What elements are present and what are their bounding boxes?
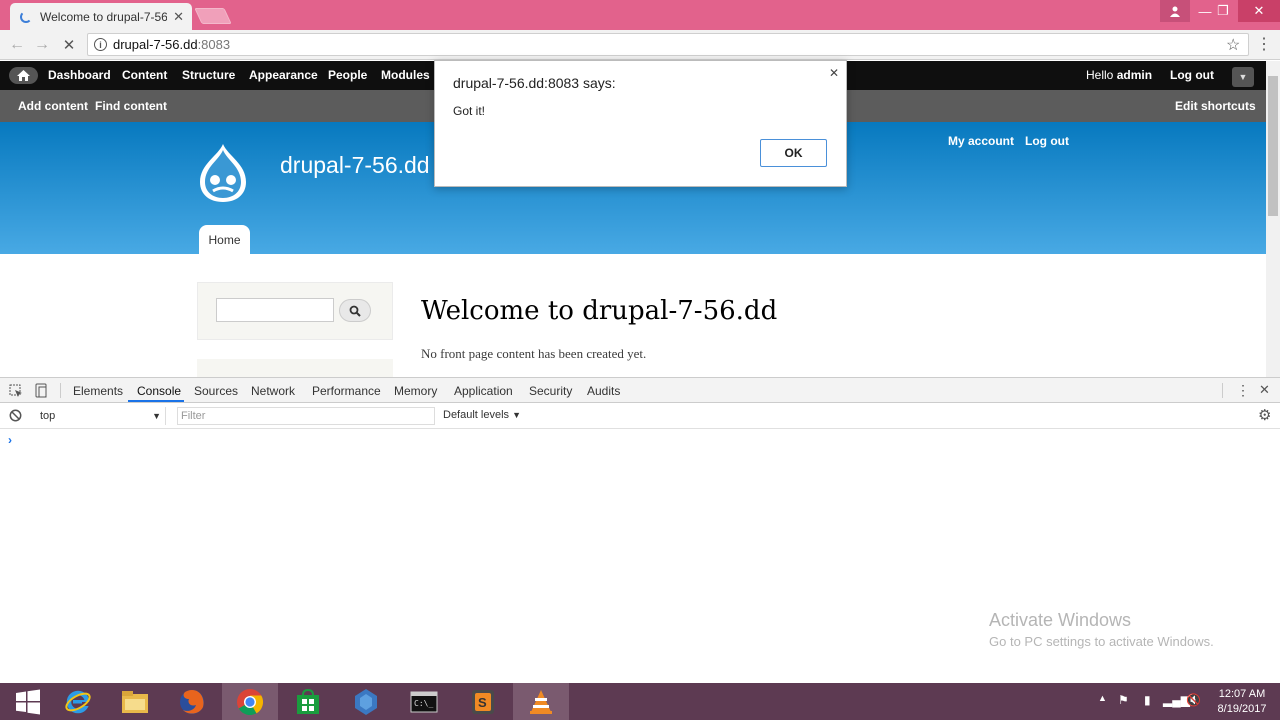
profile-icon[interactable] [1160, 0, 1190, 22]
vs-icon[interactable] [338, 683, 394, 720]
chrome-menu-icon[interactable]: ⋮ [1256, 34, 1272, 54]
admin-link-dashboard[interactable]: Dashboard [48, 68, 111, 82]
windows-start-icon[interactable] [0, 683, 56, 720]
admin-link-modules[interactable]: Modules [381, 68, 430, 82]
active-tab-indicator [128, 400, 184, 402]
search-icon [349, 305, 361, 317]
chrome-icon[interactable] [222, 683, 278, 720]
bookmark-star-icon[interactable]: ☆ [1226, 35, 1240, 55]
device-toolbar-icon[interactable] [34, 383, 48, 398]
context-value: top [40, 410, 56, 422]
info-icon[interactable]: i [94, 38, 107, 51]
greeting-text: Hello [1086, 68, 1114, 82]
alert-close-icon[interactable]: ✕ [829, 66, 839, 80]
back-icon[interactable]: ← [6, 34, 28, 56]
show-hidden-icons-icon[interactable]: ▲ [1098, 693, 1107, 703]
firefox-icon[interactable] [164, 683, 220, 720]
site-logout-link[interactable]: Log out [1025, 134, 1069, 148]
my-account-link[interactable]: My account [948, 134, 1014, 148]
stop-icon[interactable]: ✕ [58, 34, 80, 56]
ok-button[interactable]: OK [760, 139, 827, 167]
sidebar-block [197, 359, 393, 377]
divider [1222, 383, 1223, 398]
search-button[interactable] [339, 299, 371, 322]
battery-icon[interactable]: ▮ [1144, 693, 1151, 707]
page-title: Welcome to drupal-7-56.dd [421, 296, 778, 326]
clock-time: 12:07 AM [1218, 688, 1266, 700]
admin-link-appearance[interactable]: Appearance [249, 68, 318, 82]
admin-link-people[interactable]: People [328, 68, 367, 82]
browser-tab[interactable]: Welcome to drupal-7-56 ✕ [10, 3, 192, 30]
browser-titlebar [0, 0, 1280, 30]
windows-taskbar: C:\_ S ▲ ⚑ ▮ ▂▄▆ 🔇 12:07 AM 8/19/2017 [0, 683, 1280, 720]
log-levels-label: Default levels [443, 409, 510, 421]
scrollbar-thumb[interactable] [1268, 76, 1278, 216]
shortcuts-toggle-icon[interactable]: ▼ [1232, 67, 1254, 87]
console-settings-gear-icon[interactable]: ⚙ [1258, 406, 1271, 424]
empty-message: No front page content has been created y… [421, 346, 647, 361]
dropdown-arrow-icon: ▼ [152, 411, 161, 421]
add-content-link[interactable]: Add content [18, 99, 88, 113]
volume-muted-icon[interactable]: 🔇 [1186, 693, 1201, 707]
greeting-user: admin [1116, 68, 1153, 82]
tab-close-icon[interactable]: ✕ [173, 9, 184, 25]
svg-text:S: S [478, 695, 487, 710]
divider [60, 383, 61, 398]
edit-shortcuts-link[interactable]: Edit shortcuts [1175, 99, 1256, 113]
console-toolbar: top ▼ Filter Default levels ▼ ⚙ [0, 403, 1280, 429]
tab-memory[interactable]: Memory [394, 384, 437, 398]
vlc-icon[interactable] [513, 683, 569, 720]
devtools-menu-icon[interactable]: ⋮ [1236, 382, 1250, 399]
context-selector[interactable]: top ▼ [34, 407, 166, 425]
tab-home[interactable]: Home [199, 225, 250, 255]
alert-title: drupal-7-56.dd:8083 says: [453, 75, 616, 91]
tab-audits[interactable]: Audits [587, 384, 620, 398]
clock-date: 8/19/2017 [1217, 703, 1267, 715]
alert-message: Got it! [453, 104, 486, 118]
restore-icon[interactable]: ❐ [1208, 0, 1238, 22]
admin-greeting: Hello admin [1086, 68, 1152, 82]
sublime-icon[interactable]: S [455, 683, 511, 720]
cmd-icon[interactable]: C:\_ [396, 683, 452, 720]
devtools-tabbar: Elements Console Sources Network Perform… [0, 378, 1280, 403]
taskbar-clock[interactable]: 12:07 AM 8/19/2017 [1206, 687, 1278, 717]
action-center-icon[interactable]: ⚑ [1118, 693, 1129, 707]
devtools-close-icon[interactable]: ✕ [1259, 382, 1270, 398]
tab-application[interactable]: Application [454, 384, 513, 398]
alert-dialog: drupal-7-56.dd:8083 says: Got it! ✕ OK [434, 60, 847, 187]
tab-title: Welcome to drupal-7-56 [40, 9, 168, 24]
site-name[interactable]: drupal-7-56.dd [280, 152, 430, 179]
inspect-element-icon[interactable] [9, 384, 23, 398]
store-icon[interactable] [280, 683, 336, 720]
url-host: drupal-7-56.dd [113, 37, 198, 52]
search-input[interactable] [216, 298, 334, 322]
url-port: :8083 [197, 37, 231, 52]
console-filter-input[interactable]: Filter [177, 407, 435, 425]
dropdown-arrow-icon: ▼ [512, 410, 522, 420]
drupal-logo-icon[interactable] [194, 142, 252, 204]
tab-console[interactable]: Console [137, 384, 181, 398]
admin-logout-link[interactable]: Log out [1170, 68, 1214, 82]
home-icon[interactable] [9, 67, 38, 84]
tab-sources[interactable]: Sources [194, 384, 238, 398]
loading-spinner-icon [20, 10, 32, 23]
admin-link-structure[interactable]: Structure [182, 68, 235, 82]
internet-explorer-icon[interactable] [50, 683, 106, 720]
tab-performance[interactable]: Performance [312, 384, 381, 398]
file-explorer-icon[interactable] [107, 683, 163, 720]
find-content-link[interactable]: Find content [95, 99, 167, 113]
address-bar[interactable]: i drupal-7-56.dd:8083 [87, 33, 1249, 56]
console-prompt[interactable]: › [8, 433, 12, 447]
tab-network[interactable]: Network [251, 384, 295, 398]
clear-console-icon[interactable] [9, 409, 22, 422]
tab-elements[interactable]: Elements [73, 384, 123, 398]
tab-security[interactable]: Security [529, 384, 572, 398]
window-close-icon[interactable]: ✕ [1238, 0, 1280, 22]
svg-text:C:\_: C:\_ [414, 699, 433, 708]
activation-watermark-title: Activate Windows [989, 610, 1132, 630]
forward-icon[interactable]: → [31, 34, 53, 56]
admin-link-content[interactable]: Content [122, 68, 167, 82]
activation-watermark-subtitle: Go to PC settings to activate Windows. [989, 634, 1214, 649]
log-levels-dropdown[interactable]: Default levels ▼ [443, 409, 521, 421]
